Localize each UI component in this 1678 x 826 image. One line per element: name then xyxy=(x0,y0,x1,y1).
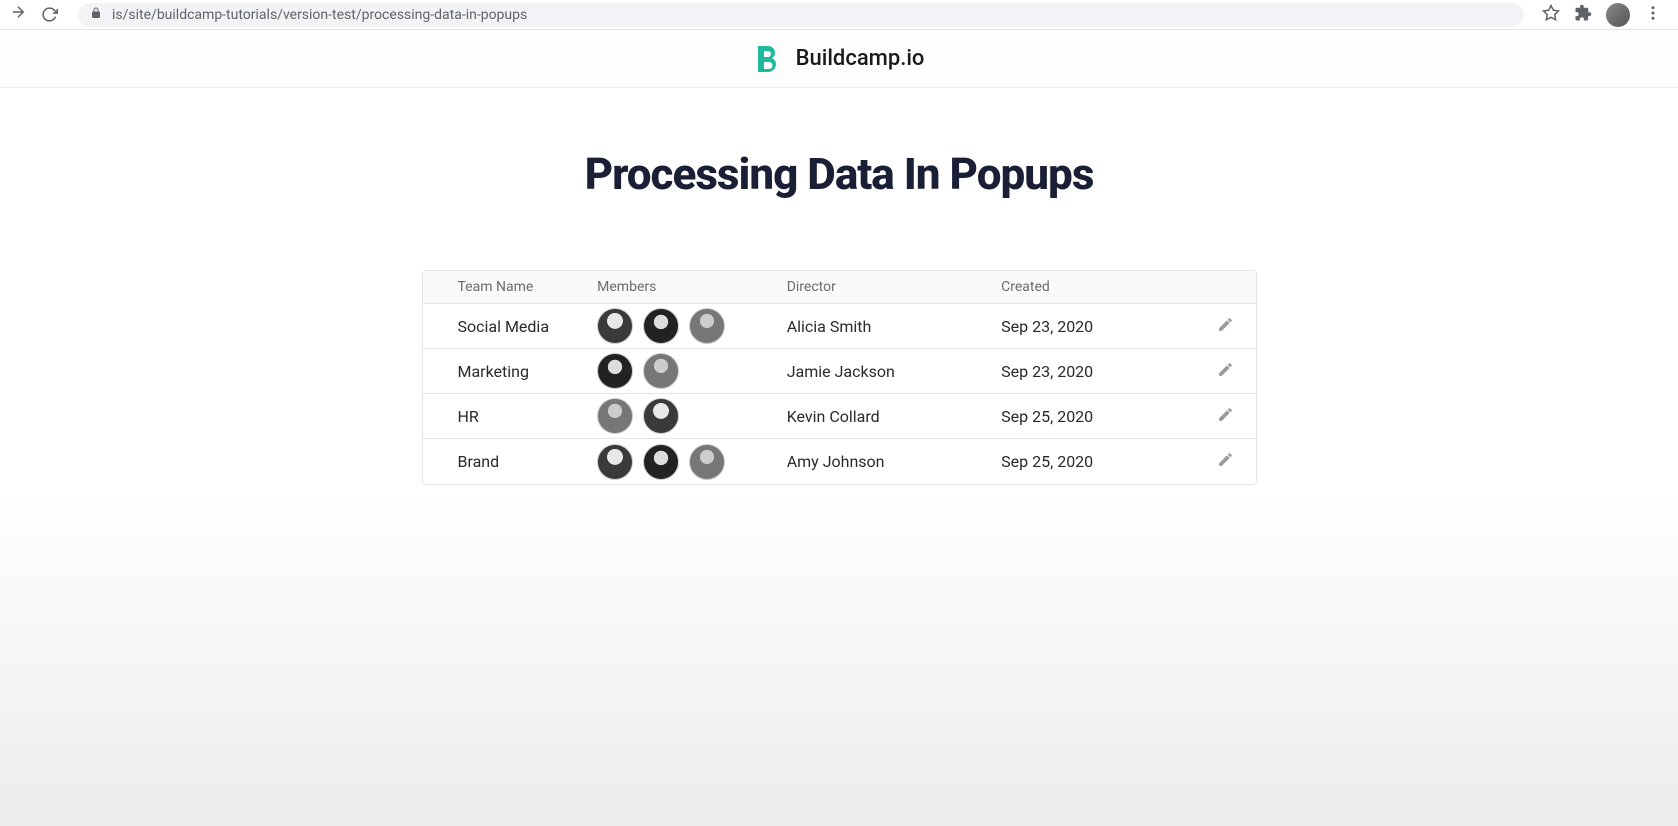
site-name: Buildcamp.io xyxy=(796,46,925,71)
extensions-icon[interactable] xyxy=(1574,4,1592,26)
cell-team-name: Social Media xyxy=(423,317,598,336)
address-bar[interactable]: is/site/buildcamp-tutorials/version-test… xyxy=(78,3,1524,27)
cell-team-name: Brand xyxy=(423,452,598,471)
page-content: Processing Data In Popups Team Name Memb… xyxy=(0,88,1678,826)
member-avatar xyxy=(643,398,679,434)
member-avatar xyxy=(643,353,679,389)
profile-avatar[interactable] xyxy=(1606,3,1630,27)
cell-action xyxy=(1196,451,1256,472)
buildcamp-logo-icon xyxy=(754,43,782,75)
table-row: Marketing Jamie JacksonSep 23, 2020 xyxy=(423,349,1256,394)
table-header: Team Name Members Director Created xyxy=(423,271,1256,304)
url-text: is/site/buildcamp-tutorials/version-test… xyxy=(112,7,527,23)
table-row: Social Media Alicia SmithSep 23, 2020 xyxy=(423,304,1256,349)
cell-members xyxy=(597,398,787,434)
star-icon[interactable] xyxy=(1542,4,1560,26)
header-director: Director xyxy=(787,279,1001,295)
cell-members xyxy=(597,353,787,389)
cell-created: Sep 25, 2020 xyxy=(1001,452,1196,471)
reload-icon[interactable] xyxy=(38,4,60,26)
cell-created: Sep 23, 2020 xyxy=(1001,362,1196,381)
browser-chrome: is/site/buildcamp-tutorials/version-test… xyxy=(0,0,1678,30)
chrome-actions xyxy=(1542,3,1670,27)
member-avatars xyxy=(597,353,787,389)
member-avatars xyxy=(597,398,787,434)
cell-director: Alicia Smith xyxy=(787,317,1001,336)
member-avatar xyxy=(643,308,679,344)
edit-icon[interactable] xyxy=(1217,361,1234,382)
cell-director: Jamie Jackson xyxy=(787,362,1001,381)
member-avatar xyxy=(689,308,725,344)
table-row: Brand Amy JohnsonSep 25, 2020 xyxy=(423,439,1256,484)
header-action xyxy=(1196,279,1256,295)
member-avatar xyxy=(597,353,633,389)
cell-team-name: HR xyxy=(423,407,598,426)
edit-icon[interactable] xyxy=(1217,316,1234,337)
cell-action xyxy=(1196,406,1256,427)
cell-created: Sep 23, 2020 xyxy=(1001,317,1196,336)
member-avatar xyxy=(597,444,633,480)
table-row: HR Kevin CollardSep 25, 2020 xyxy=(423,394,1256,439)
cell-action xyxy=(1196,316,1256,337)
lock-icon xyxy=(90,7,102,22)
header-members: Members xyxy=(597,279,787,295)
header-team-name: Team Name xyxy=(423,279,598,295)
edit-icon[interactable] xyxy=(1217,451,1234,472)
cell-action xyxy=(1196,361,1256,382)
cell-members xyxy=(597,308,787,344)
cell-team-name: Marketing xyxy=(423,362,598,381)
header-created: Created xyxy=(1001,279,1196,295)
member-avatars xyxy=(597,308,787,344)
page-title: Processing Data In Popups xyxy=(585,148,1094,200)
member-avatar xyxy=(597,398,633,434)
member-avatar xyxy=(597,308,633,344)
member-avatar xyxy=(689,444,725,480)
forward-arrow-icon[interactable] xyxy=(8,3,28,26)
teams-table: Team Name Members Director Created Socia… xyxy=(422,270,1257,485)
more-menu-icon[interactable] xyxy=(1644,4,1662,26)
member-avatar xyxy=(643,444,679,480)
cell-members xyxy=(597,444,787,480)
edit-icon[interactable] xyxy=(1217,406,1234,427)
member-avatars xyxy=(597,444,787,480)
cell-director: Kevin Collard xyxy=(787,407,1001,426)
page-header: Buildcamp.io xyxy=(0,30,1678,88)
cell-director: Amy Johnson xyxy=(787,452,1001,471)
cell-created: Sep 25, 2020 xyxy=(1001,407,1196,426)
